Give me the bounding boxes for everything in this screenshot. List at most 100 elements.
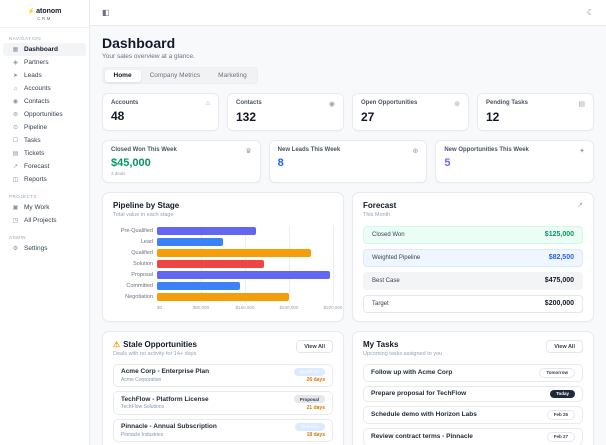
- sidebar-item-forecast[interactable]: ↗ Forecast: [3, 160, 86, 173]
- sidebar-item-label: Partners: [24, 59, 49, 66]
- sidebar-item-accounts[interactable]: ⌂ Accounts: [3, 82, 86, 95]
- my-tasks-card: My Tasks Upcoming tasks assigned to you …: [352, 331, 594, 445]
- forecast-rows: Closed Won $125,000 Weighted Pipeline $82,5…: [363, 225, 583, 313]
- stale-list: Acme Corp - Enterprise Plan Acme Corporat…: [113, 363, 333, 445]
- sidebar-item-partners[interactable]: ◈ Partners: [3, 56, 86, 69]
- highlight-note: 3 deals: [111, 171, 126, 176]
- stats-row: Accounts ⌂ 48 Contacts ◉ 132 Open Opportunitie…: [102, 93, 594, 131]
- reports-icon: ◫: [12, 177, 19, 183]
- sidebar-item-pipeline[interactable]: ⊙ Pipeline: [3, 121, 86, 134]
- sidebar-item-reports[interactable]: ◫ Reports: [3, 173, 86, 186]
- brand-logo: ⚡atonom CRM: [0, 0, 89, 28]
- moon-icon[interactable]: ☾: [587, 8, 594, 17]
- tab-company-metrics[interactable]: Company Metrics: [141, 70, 210, 82]
- sidebar-item-dashboard[interactable]: ▦ Dashboard: [3, 43, 86, 56]
- opportunity-info: Pinnacle - Annual Subscription Pinnacle I…: [121, 423, 217, 438]
- gear-icon: ⚙: [12, 246, 19, 252]
- forecast-row-label: Target: [372, 300, 389, 307]
- chart-category-label: Lead: [140, 238, 153, 245]
- sidebar-item-tickets[interactable]: ▤ Tickets: [3, 147, 86, 160]
- task-row[interactable]: Review contract terms - Pinnacle Feb 27: [363, 427, 583, 445]
- tab-home[interactable]: Home: [104, 69, 141, 82]
- grid-icon: ▦: [12, 47, 19, 53]
- sidebar-item-label: Opportunities: [24, 111, 63, 118]
- chart-bar-lead: [157, 238, 223, 246]
- stale-opportunity-row[interactable]: Pinnacle - Annual Subscription Pinnacle I…: [113, 418, 333, 442]
- chart-plot-area: $0 $80,000 $160,000 $240,000 $320,000: [157, 225, 342, 314]
- sidebar-item-tasks[interactable]: ☐ Tasks: [3, 134, 86, 147]
- sidebar-item-contacts[interactable]: ◉ Contacts: [3, 95, 86, 108]
- highlight-value: $45,000: [111, 157, 151, 169]
- due-badge: Today: [550, 389, 575, 398]
- dashboard-content: Dashboard Your sales overview at a glanc…: [90, 26, 606, 445]
- pipeline-icon: ⊙: [12, 125, 19, 131]
- chart-bar-qualified: [157, 249, 311, 257]
- chart-gridline: [333, 225, 334, 303]
- page-title: Dashboard: [102, 35, 176, 51]
- chart-bar-proposal: [157, 271, 331, 279]
- stat-card-accounts: Accounts ⌂ 48: [102, 93, 219, 131]
- chart-bar-row: [157, 281, 333, 292]
- chart-bar-negotiation: [157, 293, 289, 301]
- topbar: ◧ ☾: [90, 0, 606, 26]
- chart-bar-pre-qualified: [157, 227, 256, 235]
- sidebar-item-my-work[interactable]: ▣ My Work: [3, 201, 86, 214]
- forecast-row-target: Target $200,000: [363, 294, 583, 313]
- main-area: ◧ ☾ Dashboard Your sales overview at a g…: [90, 0, 606, 445]
- sidebar-item-opportunities[interactable]: ⊚ Opportunities: [3, 108, 86, 121]
- sidebar-item-label: Forecast: [24, 163, 50, 170]
- sidebar-item-leads[interactable]: ➤ Leads: [3, 69, 86, 82]
- sidebar-item-label: Tasks: [24, 137, 41, 144]
- projects-icon: ◳: [12, 218, 19, 224]
- forecast-title: Forecast: [363, 201, 397, 210]
- forecast-subtitle: This Month: [363, 211, 391, 218]
- due-badge: Feb 27: [546, 431, 575, 442]
- pipeline-by-stage-card: Pipeline by Stage Total value in each st…: [102, 192, 344, 322]
- stale-opportunity-row[interactable]: Acme Corp - Enterprise Plan Acme Corporat…: [113, 363, 333, 387]
- forecast-row-weighted-pipeline: Weighted Pipeline $82,500: [363, 248, 583, 267]
- chart-bar-row: [157, 237, 333, 248]
- chart-bar-row: [157, 248, 333, 259]
- lists-row: ⚠ Stale Opportunities Deals with no activ…: [102, 331, 594, 445]
- tasks-view-all-button[interactable]: View All: [546, 340, 583, 353]
- sidebar-item-label: All Projects: [24, 217, 57, 224]
- task-row[interactable]: Follow up with Acme Corp Tomorrow: [363, 363, 583, 382]
- task-row[interactable]: Prepare proposal for TechFlow Today: [363, 385, 583, 402]
- stale-days: 21 days: [306, 404, 325, 411]
- highlight-label: New Opportunities This Week: [444, 147, 529, 153]
- warning-icon: ⚠: [113, 340, 121, 349]
- highlight-value: 8: [277, 157, 284, 169]
- tasks-icon: ☐: [12, 138, 19, 144]
- trend-icon: ↗: [12, 164, 19, 170]
- handshake-icon: ◈: [13, 60, 18, 66]
- sidebar-item-settings[interactable]: ⚙ Settings: [3, 242, 86, 255]
- stale-view-all-button[interactable]: View All: [296, 340, 333, 353]
- leads-icon: ➤: [12, 73, 19, 79]
- page-subtitle: Your sales overview at a glance.: [102, 53, 195, 60]
- sidebar-item-label: Settings: [24, 245, 48, 252]
- forecast-row-best-case: Best Case $475,000: [363, 271, 583, 290]
- chart-category-label: Qualified: [131, 249, 153, 256]
- chart-bar-committed: [157, 282, 240, 290]
- stale-opportunity-row[interactable]: TechFlow - Platform License TechFlow Solu…: [113, 391, 333, 415]
- app-window: ⚡atonom CRM Navigation ▦ Dashboard ◈ Partner…: [0, 0, 606, 445]
- sidebar-item-all-projects[interactable]: ◳ All Projects: [3, 214, 86, 227]
- chart-category-label: Proposal: [131, 271, 153, 278]
- sidebar-section-label: Admin: [9, 235, 26, 240]
- task-row[interactable]: Schedule demo with Horizon Labs Feb 25: [363, 405, 583, 424]
- chart-category-labels: Pre-Qualified Lead Qualified Solution Propos…: [113, 226, 157, 314]
- sidebar-item-label: Leads: [24, 72, 42, 79]
- forecast-row-closed-won: Closed Won $125,000: [363, 225, 583, 244]
- stat-card-open-opportunities: Open Opportunities ⊚ 27: [352, 93, 469, 131]
- chart-bar-row: [157, 226, 333, 237]
- users-icon: ◉: [328, 101, 335, 108]
- chart-x-tick: $0: [157, 304, 163, 310]
- tab-marketing[interactable]: Marketing: [209, 70, 256, 82]
- bolt-icon: ⚡: [27, 9, 36, 15]
- forecast-card: Forecast This Month ↗ Closed Won $125,000…: [352, 192, 594, 322]
- target-icon: ⊚: [454, 101, 460, 108]
- building-icon: ⌂: [13, 85, 18, 92]
- panel-toggle-icon[interactable]: ◧: [102, 8, 110, 17]
- highlight-label: New Leads This Week: [277, 147, 341, 153]
- stat-card-contacts: Contacts ◉ 132: [227, 93, 344, 131]
